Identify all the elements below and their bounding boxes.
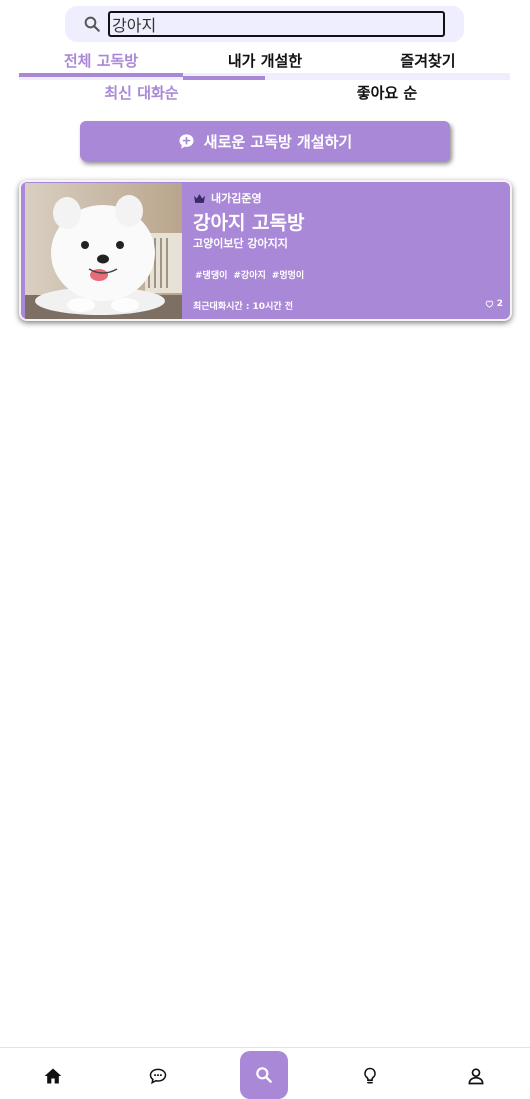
tab-my-rooms[interactable]: 내가 개설한	[183, 49, 347, 73]
room-likes[interactable]: 2	[485, 299, 503, 309]
room-owner-name: 내가김준영	[211, 192, 262, 205]
nav-ideas[interactable]	[346, 1052, 394, 1099]
lightbulb-icon	[364, 1067, 376, 1084]
chat-plus-icon	[179, 133, 194, 149]
room-tags: #댕댕이 #강아지 #멍멍이	[195, 268, 304, 281]
main-tabs: 전체 고독방 내가 개설한 즐겨찾기	[19, 49, 510, 80]
search-bar	[65, 6, 464, 42]
room-title: 강아지 고독방	[193, 212, 305, 234]
room-owner: 내가김준영	[193, 190, 262, 206]
nav-profile[interactable]	[452, 1052, 500, 1099]
create-room-label: 새로운 고독방 개설하기	[203, 132, 353, 151]
create-room-button[interactable]: 새로운 고독방 개설하기	[80, 121, 450, 161]
room-card[interactable]: 내가김준영 강아지 고독방 고양이보단 강아지지 #댕댕이 #강아지 #멍멍이 …	[19, 180, 512, 321]
sort-tabs: 최신 대화순 좋아요 순	[19, 81, 510, 108]
search-icon[interactable]	[83, 15, 101, 33]
room-likes-count: 2	[496, 299, 503, 309]
tab-sort-likes[interactable]: 좋아요 순	[264, 81, 510, 105]
tab-underline-indicator	[183, 76, 265, 80]
search-input[interactable]	[108, 11, 445, 37]
nav-home[interactable]	[29, 1052, 77, 1099]
tab-favorites[interactable]: 즐겨찾기	[346, 49, 510, 73]
bottom-nav	[0, 1047, 530, 1099]
room-info: 내가김준영 강아지 고독방 고양이보단 강아지지 #댕댕이 #강아지 #멍멍이 …	[191, 182, 510, 319]
room-description: 고양이보단 강아지지	[193, 237, 288, 250]
heart-icon	[485, 300, 493, 308]
room-tag: #강아지	[233, 271, 266, 281]
crown-icon	[194, 193, 205, 203]
chat-icon	[149, 1068, 167, 1085]
room-last-chat-time: 최근대화시간 : 10시간 전	[193, 302, 294, 312]
tab-underline-active	[19, 73, 183, 77]
room-thumbnail-image	[25, 183, 182, 319]
nav-search[interactable]	[240, 1051, 288, 1099]
room-tag: #멍멍이	[271, 271, 305, 281]
user-icon	[468, 1068, 484, 1085]
tab-all-rooms[interactable]: 전체 고독방	[19, 49, 183, 73]
home-icon	[44, 1068, 62, 1084]
room-tag: #댕댕이	[195, 271, 228, 281]
tab-sort-recent[interactable]: 최신 대화순	[19, 81, 264, 105]
search-icon	[256, 1067, 272, 1083]
nav-chat[interactable]	[134, 1052, 182, 1099]
